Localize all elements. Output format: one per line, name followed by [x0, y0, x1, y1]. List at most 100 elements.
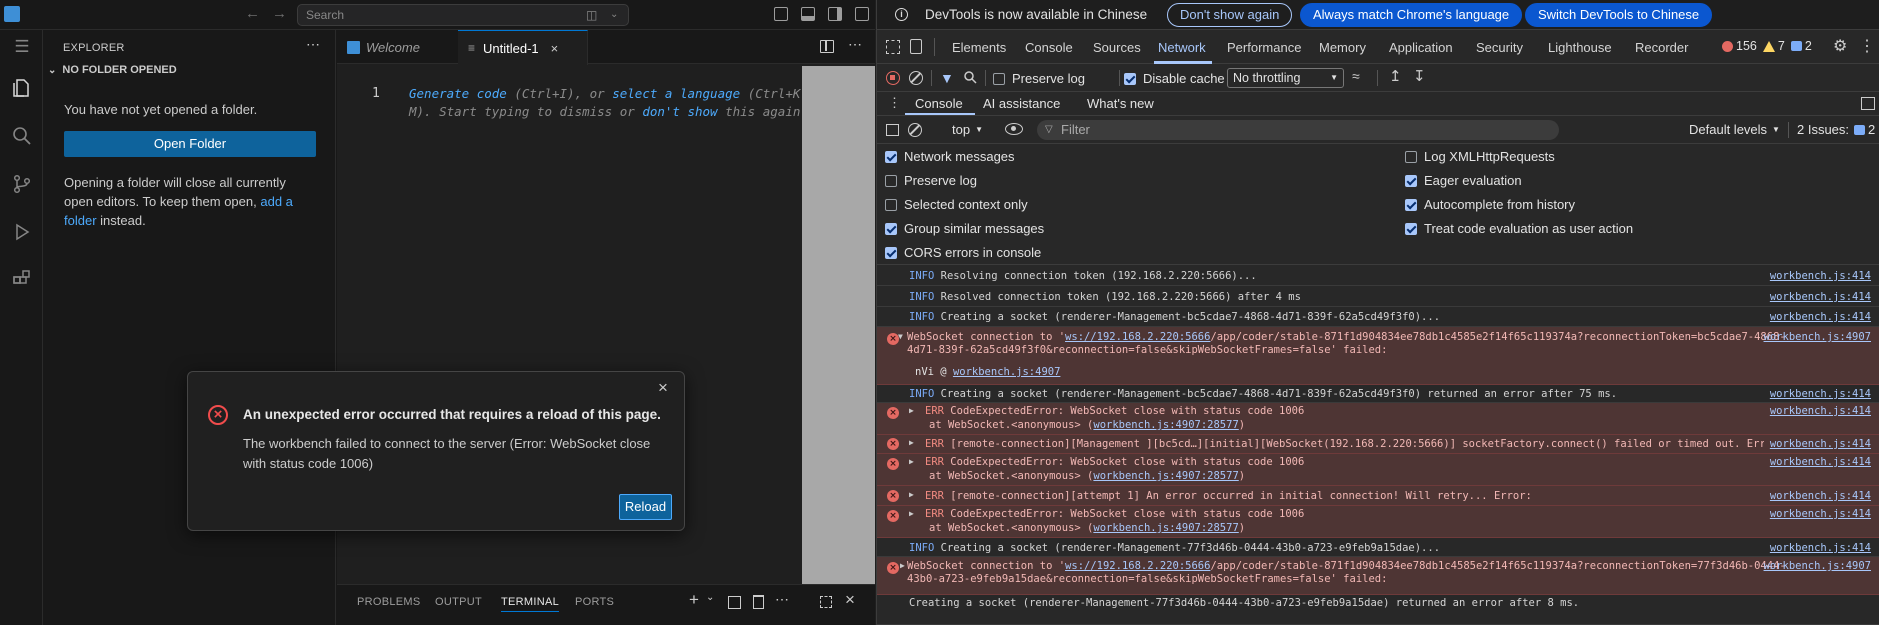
- always-match-language-button[interactable]: Always match Chrome's language: [1300, 3, 1523, 27]
- stack-link[interactable]: workbench.js:4907:28577: [1093, 470, 1238, 482]
- dialog-close-icon[interactable]: ×: [658, 378, 668, 398]
- console-error-message[interactable]: × ▶ ERR CodeExpectedError: WebSocket clo…: [877, 403, 1879, 435]
- close-icon[interactable]: ×: [551, 41, 559, 56]
- stack-link[interactable]: workbench.js:4907:28577: [1093, 522, 1238, 534]
- settings-gear-icon[interactable]: ⚙: [1833, 36, 1847, 56]
- source-link[interactable]: workbench.js:414: [1770, 490, 1871, 502]
- minimap-scrollbar[interactable]: [802, 66, 875, 584]
- source-link[interactable]: workbench.js:4907: [1764, 560, 1871, 572]
- tab-application[interactable]: Application: [1389, 40, 1453, 55]
- expand-triangle-icon[interactable]: ▶: [909, 438, 914, 447]
- drawer-tab-whats-new[interactable]: What's new: [1087, 96, 1154, 111]
- forward-arrow-icon[interactable]: →: [272, 5, 287, 22]
- disable-cache-checkbox[interactable]: Disable cache: [1124, 71, 1225, 86]
- selected-context-checkbox[interactable]: Selected context only: [885, 197, 1028, 212]
- network-messages-checkbox[interactable]: Network messages: [885, 149, 1015, 164]
- console-error-message[interactable]: × ▶ WebSocket connection to 'ws://192.16…: [877, 557, 1879, 595]
- tab-sources[interactable]: Sources: [1093, 40, 1141, 55]
- panel-tab-ports[interactable]: PORTS: [575, 596, 614, 608]
- reload-button[interactable]: Reload: [619, 494, 672, 520]
- console-error-message[interactable]: × ▶ ERR CodeExpectedError: WebSocket clo…: [877, 454, 1879, 486]
- back-arrow-icon[interactable]: ←: [245, 5, 260, 22]
- issues-link[interactable]: 2 Issues: 2: [1797, 122, 1875, 137]
- source-link[interactable]: workbench.js:414: [1770, 311, 1871, 323]
- drawer-tab-ai-assistance[interactable]: AI assistance: [983, 96, 1060, 111]
- add-folder-link[interactable]: add a: [260, 194, 293, 209]
- context-selector[interactable]: top ▼: [952, 122, 983, 137]
- maximize-panel-icon[interactable]: [820, 596, 832, 608]
- sidebar-more-icon[interactable]: ⋯: [306, 36, 320, 53]
- source-link[interactable]: workbench.js:414: [1763, 438, 1871, 450]
- toggle-primary-sidebar-icon[interactable]: [774, 7, 788, 21]
- log-levels-dropdown[interactable]: Default levels ▼: [1689, 122, 1780, 137]
- tab-memory[interactable]: Memory: [1319, 40, 1366, 55]
- chevron-down-icon[interactable]: ⌄: [610, 5, 618, 25]
- tab-performance[interactable]: Performance: [1227, 40, 1301, 55]
- switch-to-chinese-button[interactable]: Switch DevTools to Chinese: [1525, 3, 1713, 27]
- stack-link[interactable]: workbench.js:4907: [953, 366, 1060, 378]
- toggle-secondary-sidebar-icon[interactable]: [828, 7, 842, 21]
- source-link[interactable]: workbench.js:414: [1770, 270, 1871, 282]
- no-folder-section-header[interactable]: ⌄ NO FOLDER OPENED: [48, 64, 177, 76]
- chevron-down-icon[interactable]: ⌄: [706, 592, 714, 603]
- sidebar-toggle-icon[interactable]: [886, 124, 899, 136]
- error-count-badge[interactable]: 156 7 2: [1722, 39, 1812, 53]
- tab-network[interactable]: Network: [1158, 40, 1206, 55]
- live-expression-eye-icon[interactable]: [1005, 123, 1023, 135]
- device-toolbar-icon[interactable]: [910, 39, 922, 54]
- toggle-panel-icon[interactable]: [801, 7, 815, 21]
- drawer-menu-icon[interactable]: ⋮: [888, 95, 901, 111]
- source-link[interactable]: workbench.js:414: [1770, 405, 1871, 417]
- tab-elements[interactable]: Elements: [952, 40, 1006, 55]
- expand-triangle-icon[interactable]: ▼: [898, 332, 903, 341]
- customize-layout-icon[interactable]: [855, 7, 869, 21]
- tab-untitled-1[interactable]: ≡ Untitled-1 ×: [458, 30, 588, 65]
- add-folder-link-2[interactable]: folder: [64, 213, 97, 228]
- log-xhr-checkbox[interactable]: Log XMLHttpRequests: [1405, 149, 1555, 164]
- more-options-icon[interactable]: ⋮: [1859, 36, 1875, 56]
- panel-tab-output[interactable]: OUTPUT: [435, 596, 482, 608]
- group-similar-checkbox[interactable]: Group similar messages: [885, 221, 1044, 236]
- stack-link[interactable]: workbench.js:4907:28577: [1093, 419, 1238, 431]
- source-link[interactable]: workbench.js:414: [1770, 542, 1871, 554]
- search-icon[interactable]: [963, 70, 977, 84]
- network-conditions-icon[interactable]: ≈: [1352, 68, 1360, 84]
- trash-icon[interactable]: [753, 595, 764, 609]
- source-link[interactable]: workbench.js:414: [1770, 508, 1871, 520]
- console-error-message[interactable]: × ▼ WebSocket connection to 'ws://192.16…: [877, 327, 1879, 385]
- eager-evaluation-checkbox[interactable]: Eager evaluation: [1405, 173, 1522, 188]
- tab-console[interactable]: Console: [1025, 40, 1073, 55]
- source-link[interactable]: workbench.js:4907: [1764, 331, 1871, 343]
- record-stop-icon[interactable]: [886, 71, 900, 85]
- panel-tab-problems[interactable]: PROBLEMS: [357, 596, 421, 608]
- more-actions-icon[interactable]: ⋯: [848, 36, 862, 53]
- ws-url-link[interactable]: ws://192.168.2.220:5666: [1065, 331, 1210, 343]
- close-panel-icon[interactable]: ×: [845, 590, 855, 610]
- throttling-select[interactable]: No throttling ▼: [1227, 68, 1344, 88]
- source-link[interactable]: workbench.js:414: [1770, 456, 1871, 468]
- panel-tab-terminal[interactable]: TERMINAL: [501, 596, 560, 612]
- run-debug-icon[interactable]: [7, 217, 37, 247]
- treat-eval-user-action-checkbox[interactable]: Treat code evaluation as user action: [1405, 221, 1633, 236]
- clear-icon[interactable]: [909, 71, 923, 85]
- ws-url-link[interactable]: ws://192.168.2.220:5666: [1065, 560, 1210, 572]
- console-error-message[interactable]: × ▶ ERR [remote-connection][attempt 1] A…: [877, 486, 1879, 506]
- expand-triangle-icon[interactable]: ▶: [909, 457, 914, 466]
- copilot-icon[interactable]: ◫: [586, 5, 597, 25]
- tab-recorder[interactable]: Recorder: [1635, 40, 1688, 55]
- split-editor-icon[interactable]: [820, 40, 834, 53]
- inspect-element-icon[interactable]: [886, 40, 900, 54]
- more-actions-icon[interactable]: ⋯: [775, 591, 789, 608]
- autocomplete-history-checkbox[interactable]: Autocomplete from history: [1405, 197, 1575, 212]
- preserve-log-checkbox[interactable]: Preserve log: [885, 173, 977, 188]
- console-error-message[interactable]: × ▶ ERR [remote-connection][Management ]…: [877, 435, 1879, 454]
- expand-triangle-icon[interactable]: ▶: [909, 490, 914, 499]
- open-folder-button[interactable]: Open Folder: [64, 131, 316, 157]
- drawer-tab-console[interactable]: Console: [915, 96, 963, 111]
- tab-welcome[interactable]: Welcome: [337, 30, 457, 64]
- source-link[interactable]: workbench.js:414: [1770, 388, 1871, 400]
- cors-errors-checkbox[interactable]: CORS errors in console: [885, 245, 1041, 260]
- command-center-search[interactable]: Search ◫ ⌄: [297, 4, 629, 26]
- extensions-icon[interactable]: [7, 265, 37, 295]
- preserve-log-checkbox[interactable]: Preserve log: [993, 71, 1085, 86]
